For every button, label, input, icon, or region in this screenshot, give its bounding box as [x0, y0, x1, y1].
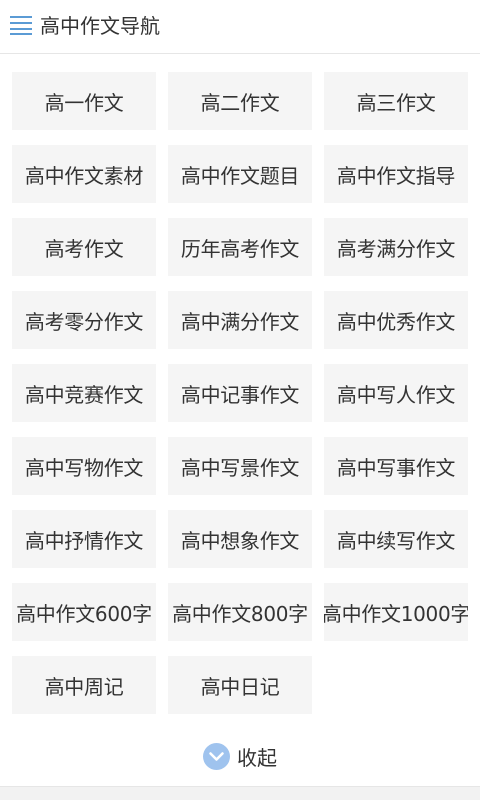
- nav-item-label: 高中周记: [44, 674, 124, 699]
- nav-item-label: 高中抒情作文: [24, 528, 144, 553]
- nav-item[interactable]: 高考作文: [12, 218, 156, 276]
- nav-item-label: 高考零分作文: [24, 309, 144, 334]
- nav-item[interactable]: 高三作文: [324, 72, 468, 130]
- nav-item-label: 高中优秀作文: [336, 309, 456, 334]
- nav-item[interactable]: 高中日记: [168, 656, 312, 714]
- nav-item-label: 高考作文: [44, 236, 124, 261]
- nav-item[interactable]: 高中写景作文: [168, 437, 312, 495]
- nav-item-label: 高中作文题目: [180, 163, 300, 188]
- nav-item[interactable]: 高中抒情作文: [12, 510, 156, 568]
- nav-item[interactable]: 高中记事作文: [168, 364, 312, 422]
- nav-item-label: 高中记事作文: [180, 382, 300, 407]
- nav-item-label: 高中作文600字: [16, 601, 152, 626]
- menu-icon[interactable]: [10, 15, 32, 35]
- nav-item-label: 高中写人作文: [336, 382, 456, 407]
- nav-item-label: 高中写景作文: [180, 455, 300, 480]
- nav-item-label: 高中竞赛作文: [24, 382, 144, 407]
- nav-item[interactable]: 高中作文素材: [12, 145, 156, 203]
- nav-item[interactable]: 高中写人作文: [324, 364, 468, 422]
- nav-item[interactable]: 高中作文1000字: [324, 583, 468, 641]
- page-title: 高中作文导航: [40, 14, 160, 38]
- nav-item[interactable]: 高中竞赛作文: [12, 364, 156, 422]
- top-bar: 高中作文导航: [0, 0, 480, 54]
- nav-item[interactable]: 高中作文指导: [324, 145, 468, 203]
- nav-item-label: 高中作文指导: [336, 163, 456, 188]
- nav-item-label: 历年高考作文: [180, 236, 300, 261]
- nav-item-label: 高中想象作文: [180, 528, 300, 553]
- nav-item[interactable]: 高中作文600字: [12, 583, 156, 641]
- nav-item[interactable]: 历年高考作文: [168, 218, 312, 276]
- nav-item[interactable]: 高中满分作文: [168, 291, 312, 349]
- nav-item-label: 高中写物作文: [24, 455, 144, 480]
- nav-item[interactable]: 高二作文: [168, 72, 312, 130]
- collapse-label: 收起: [237, 745, 277, 770]
- nav-item-label: 高中作文1000字: [324, 601, 468, 626]
- collapse-button[interactable]: 收起: [0, 736, 480, 776]
- nav-item-label: 高考满分作文: [336, 236, 456, 261]
- nav-item-label: 高三作文: [356, 90, 436, 115]
- nav-item[interactable]: 高一作文: [12, 72, 156, 130]
- nav-item-label: 高中作文素材: [24, 163, 144, 188]
- chevron-down-circle-icon: [203, 742, 230, 770]
- nav-item[interactable]: 高中写物作文: [12, 437, 156, 495]
- nav-item[interactable]: 高中续写作文: [324, 510, 468, 568]
- nav-item[interactable]: 高中写事作文: [324, 437, 468, 495]
- nav-item[interactable]: 高中作文800字: [168, 583, 312, 641]
- nav-item-label: 高中写事作文: [336, 455, 456, 480]
- nav-item[interactable]: 高中优秀作文: [324, 291, 468, 349]
- nav-item[interactable]: 高中周记: [12, 656, 156, 714]
- nav-item-label: 高中续写作文: [336, 528, 456, 553]
- nav-item-label: 高中日记: [200, 674, 280, 699]
- bottom-bar: [0, 786, 480, 800]
- nav-item[interactable]: 高中想象作文: [168, 510, 312, 568]
- nav-item[interactable]: 高考零分作文: [12, 291, 156, 349]
- nav-item-label: 高中满分作文: [180, 309, 300, 334]
- nav-item-label: 高中作文800字: [172, 601, 308, 626]
- nav-item[interactable]: 高考满分作文: [324, 218, 468, 276]
- essay-category-grid: 高一作文 高二作文 高三作文高中作文素材 高中作文题目 高中作文指导高考作文 历年高考作文…: [12, 72, 468, 714]
- nav-item-label: 高二作文: [200, 90, 280, 115]
- nav-item-label: 高一作文: [44, 90, 124, 115]
- nav-item[interactable]: 高中作文题目: [168, 145, 312, 203]
